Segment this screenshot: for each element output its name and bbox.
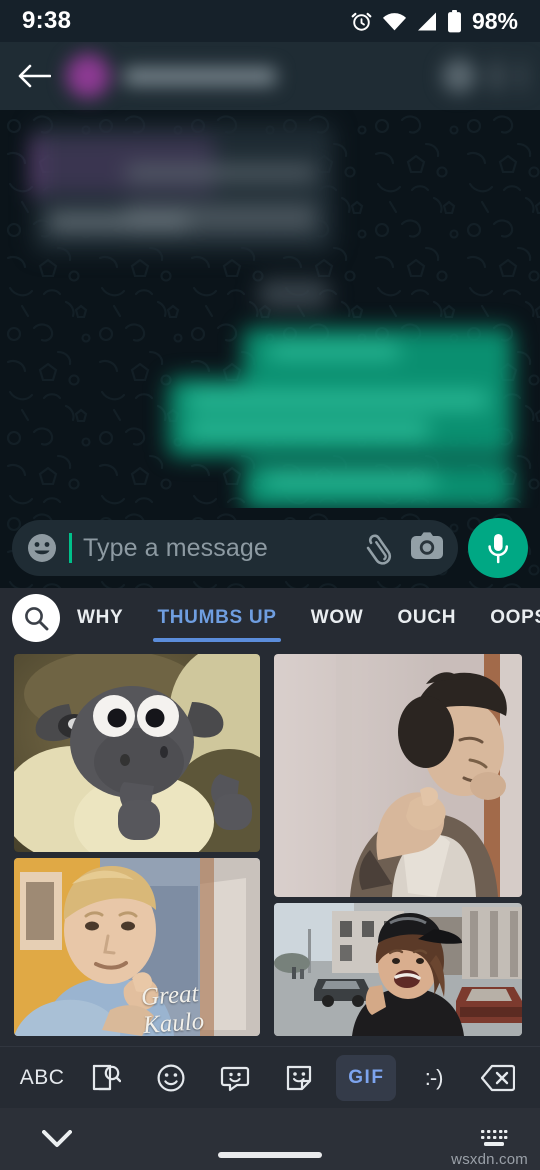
search-icon[interactable]	[12, 594, 60, 642]
gif-icon[interactable]: GIF	[336, 1054, 397, 1101]
emoticon-icon[interactable]: :-)	[407, 1055, 461, 1101]
wifi-icon	[382, 12, 406, 30]
cellular-signal-icon	[417, 12, 436, 30]
gif-category-thumbsup[interactable]: THUMBS UP	[140, 588, 293, 648]
paperclip-icon[interactable]	[365, 531, 399, 565]
gif-result-item[interactable]	[274, 654, 522, 897]
message-placeholder: Type a message	[83, 533, 268, 562]
quoted-message	[44, 136, 214, 194]
back-arrow-icon[interactable]	[14, 56, 54, 96]
gif-category-bar[interactable]: WHY THUMBS UP WOW OUCH OOPS YOURI	[0, 588, 540, 648]
gif-thumbnail	[14, 654, 260, 852]
chevron-down-icon[interactable]	[42, 1130, 72, 1153]
emoji-smiley-icon[interactable]	[26, 532, 58, 564]
status-icons: 98%	[350, 8, 518, 35]
message-input-bar: Type a message	[0, 508, 540, 588]
text-cursor	[69, 533, 72, 563]
system-navigation-bar: wsxdn.com	[0, 1108, 540, 1170]
status-time: 9:38	[22, 7, 72, 34]
battery-percent: 98%	[471, 7, 518, 34]
gif-category-ouch[interactable]: OUCH	[380, 588, 473, 648]
message-input-field[interactable]: Type a message	[12, 520, 458, 576]
contact-header-blurred[interactable]	[66, 54, 526, 98]
watermark: wsxdn.com	[451, 1151, 528, 1168]
contact-name	[124, 67, 276, 85]
gif-thumbnail	[14, 858, 260, 1036]
avatar[interactable]	[66, 54, 110, 98]
incoming-message-bubble[interactable]	[34, 124, 334, 252]
gif-category-list[interactable]: WHY THUMBS UP WOW OUCH OOPS YOURI	[60, 588, 540, 648]
backspace-delete-icon[interactable]	[471, 1055, 525, 1101]
emoji-smiley-icon[interactable]	[144, 1055, 198, 1101]
home-indicator[interactable]	[218, 1152, 322, 1158]
chat-app-bar	[0, 42, 540, 110]
gif-thumbnail	[274, 654, 522, 897]
microphone-icon	[488, 534, 509, 564]
alarm-icon	[351, 12, 372, 31]
gif-thumbnail	[274, 903, 522, 1036]
battery-icon	[447, 9, 461, 32]
gif-results-grid[interactable]: Great Kaulo	[0, 648, 540, 1042]
outgoing-message-bubble[interactable]	[243, 462, 513, 508]
phone-screen: 9:38 98% Type a message WHY THUMBS UP WO…	[0, 0, 540, 1170]
gif-category-why[interactable]: WHY	[60, 588, 140, 648]
message-bubble[interactable]	[259, 280, 329, 308]
sticker-icon[interactable]	[272, 1055, 326, 1101]
voice-record-button[interactable]	[468, 518, 528, 578]
camera-icon[interactable]	[410, 531, 444, 565]
gif-category-wow[interactable]: WOW	[294, 588, 381, 648]
keyboard-media-toolbar[interactable]: ABC GIF:-)	[0, 1046, 540, 1108]
video-call-icon[interactable]	[442, 59, 476, 93]
chat-message-list[interactable]	[0, 110, 540, 508]
gif-category-oops[interactable]: OOPS	[473, 588, 540, 648]
chat-bubbles-blurred	[34, 110, 518, 508]
quoted-message-accent	[34, 136, 39, 196]
outgoing-message-bubble[interactable]	[168, 378, 513, 456]
image-search-icon[interactable]	[79, 1055, 133, 1101]
abc-keyboard-icon[interactable]: ABC	[15, 1055, 69, 1101]
voice-call-icon[interactable]	[490, 61, 503, 91]
overflow-menu-icon[interactable]	[517, 61, 526, 91]
gif-result-item[interactable]	[274, 903, 522, 1036]
status-bar: 9:38 98%	[0, 0, 540, 42]
emoji-speech-bubble-icon[interactable]	[208, 1055, 262, 1101]
gif-result-item[interactable]: Great Kaulo	[14, 858, 260, 1036]
gif-result-item[interactable]	[14, 654, 260, 852]
